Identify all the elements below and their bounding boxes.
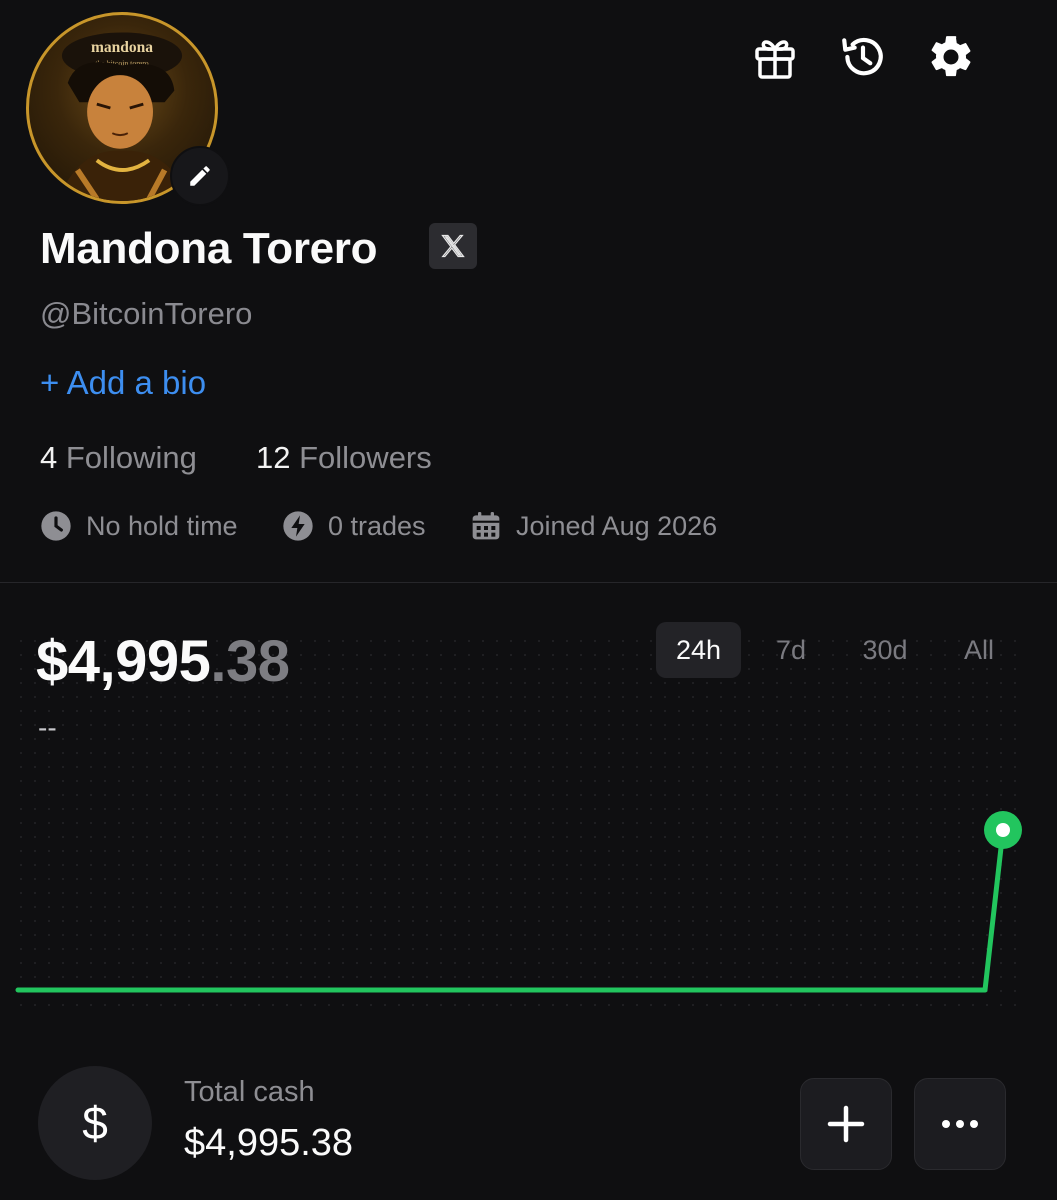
history-button[interactable] [836,30,890,84]
range-tab-7d[interactable]: 7d [752,622,830,678]
cash-label: Total cash [184,1076,315,1108]
following-label: Following [65,440,197,475]
hold-time-text: No hold time [86,510,238,541]
trades-info: 0 trades [282,510,426,542]
balance-change: -- [38,712,57,743]
range-tab-all[interactable]: All [940,622,1018,678]
following-link[interactable]: 4 Following [40,440,197,476]
joined-text: Joined Aug 2026 [516,510,718,541]
profile-name: Mandona Torero [40,224,378,273]
plus-icon [827,1105,865,1143]
x-profile-link[interactable] [429,223,477,269]
range-tab-24h[interactable]: 24h [656,622,741,678]
followers-count: 12 [256,440,291,475]
gift-icon [755,40,795,79]
lightning-icon [283,511,313,541]
add-cash-button[interactable] [800,1078,892,1170]
section-divider [0,582,1057,583]
avatar-text: mandona [91,39,153,56]
history-icon [842,37,883,76]
add-bio-link[interactable]: + Add a bio [40,364,206,402]
settings-button[interactable] [924,30,978,84]
x-logo-icon [441,234,465,258]
balance-main: $4,995 [36,629,211,694]
edit-avatar-button[interactable] [170,146,230,206]
pencil-icon [190,166,210,186]
chart-last-point-center [996,823,1010,837]
gift-button[interactable] [748,30,802,84]
followers-link[interactable]: 12 Followers [256,440,432,476]
joined-info: Joined Aug 2026 [470,510,717,542]
calendar-icon [472,512,500,540]
more-options-button[interactable] [914,1078,1006,1170]
more-icon [942,1120,978,1128]
followers-label: Followers [299,440,432,475]
following-count: 4 [40,440,58,475]
portfolio-balance: $4,995.38 [36,628,290,695]
gear-icon [931,36,971,77]
cash-value: $4,995.38 [184,1122,354,1164]
clock-icon [41,511,71,541]
range-tab-30d[interactable]: 30d [842,622,928,678]
trades-text: 0 trades [328,510,426,541]
cash-icon: $ [38,1066,152,1180]
profile-handle: @BitcoinTorero [40,296,253,331]
balance-cents: .38 [210,629,290,694]
hold-time-info: No hold time [40,510,238,542]
